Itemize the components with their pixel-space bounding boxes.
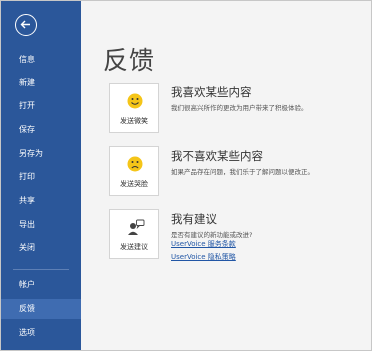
sidebar-divider <box>13 269 69 270</box>
suggestion-title: 我有建议 <box>171 212 217 226</box>
back-button[interactable] <box>15 14 37 36</box>
sidebar-item-save-as[interactable]: 另存为 <box>1 144 81 164</box>
send-smile-label: 发送微笑 <box>120 117 148 125</box>
sidebar-item-share[interactable]: 共享 <box>1 191 81 211</box>
send-suggestion-label: 发送建议 <box>120 243 148 251</box>
uservoice-privacy-link[interactable]: UserVoice 隐私策略 <box>171 252 236 262</box>
backstage-sidebar: 信息 新建 打开 保存 另存为 打印 共享 导出 关闭 帐户 反馈 选项 <box>1 1 81 350</box>
uservoice-terms-link[interactable]: UserVoice 服务条款 <box>171 239 236 249</box>
smiley-icon <box>127 93 143 109</box>
sidebar-item-close[interactable]: 关闭 <box>1 238 81 258</box>
sidebar-item-save[interactable]: 保存 <box>1 120 81 140</box>
sidebar-item-open[interactable]: 打开 <box>1 96 81 116</box>
sidebar-item-print[interactable]: 打印 <box>1 167 81 187</box>
send-smile-button[interactable]: 发送微笑 <box>109 83 159 133</box>
feedback-panel: 反馈 发送微笑 我喜欢某些内容 我们很高兴所作的更改为用户带来了积极体验。 发送… <box>81 1 371 350</box>
like-description: 我们很高兴所作的更改为用户带来了积极体验。 <box>171 104 308 112</box>
send-suggestion-button[interactable]: 发送建议 <box>109 209 159 259</box>
sidebar-item-info[interactable]: 信息 <box>1 50 81 70</box>
sidebar-item-export[interactable]: 导出 <box>1 215 81 235</box>
dislike-title: 我不喜欢某些内容 <box>171 149 263 163</box>
back-arrow-icon <box>20 20 30 29</box>
sidebar-item-account[interactable]: 帐户 <box>1 275 81 295</box>
like-title: 我喜欢某些内容 <box>171 85 252 99</box>
sidebar-item-new[interactable]: 新建 <box>1 73 81 93</box>
send-frown-button[interactable]: 发送哭脸 <box>109 146 159 196</box>
send-frown-label: 发送哭脸 <box>120 180 148 188</box>
sidebar-item-options[interactable]: 选项 <box>1 323 81 343</box>
suggestion-icon <box>128 219 145 235</box>
sidebar-item-feedback[interactable]: 反馈 <box>1 299 81 319</box>
suggestion-description: 是否有建议的新功能或改进? <box>171 231 253 239</box>
backstage-window: 信息 新建 打开 保存 另存为 打印 共享 导出 关闭 帐户 反馈 选项 反馈 … <box>0 0 372 351</box>
page-title: 反馈 <box>103 46 156 75</box>
frown-icon <box>127 156 143 172</box>
dislike-description: 如果产品存在问题，我们乐于了解问题以便改正。 <box>171 168 314 176</box>
